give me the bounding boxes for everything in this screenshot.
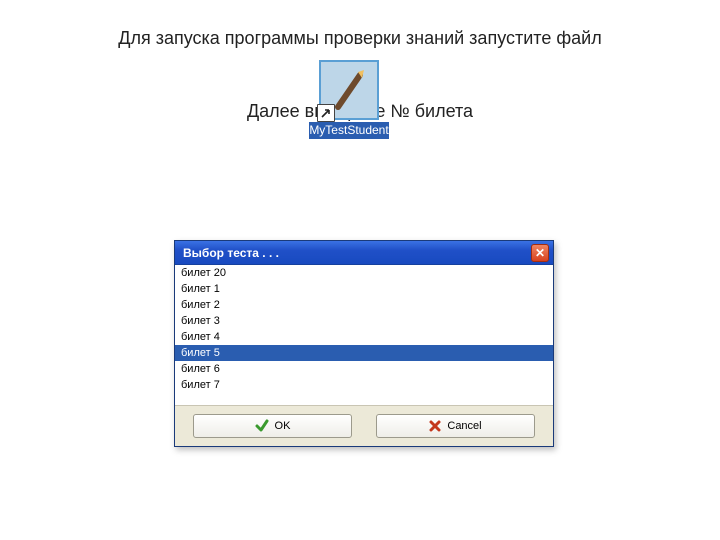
select-test-dialog: Выбор теста . . . ✕ билет 20билет 1билет…	[174, 240, 554, 447]
ok-button[interactable]: OK	[193, 414, 352, 438]
cancel-icon	[429, 420, 441, 432]
dialog-button-bar: OK Cancel	[175, 405, 553, 446]
list-item[interactable]: билет 20	[175, 265, 553, 281]
list-item[interactable]: билет 6	[175, 361, 553, 377]
ok-label: OK	[275, 420, 291, 432]
list-item[interactable]: билет 5	[175, 345, 553, 361]
list-item[interactable]: билет 1	[175, 281, 553, 297]
heading-launch: Для запуска программы проверки знаний за…	[0, 0, 720, 49]
dialog-titlebar: Выбор теста . . . ✕	[175, 241, 553, 265]
shortcut-arrow-icon	[317, 104, 335, 122]
list-item[interactable]: билет 3	[175, 313, 553, 329]
shortcut-label: MyTestStudent	[309, 122, 389, 139]
close-button[interactable]: ✕	[531, 244, 549, 262]
list-item[interactable]: билет 7	[175, 377, 553, 393]
pencil-icon	[334, 69, 366, 111]
check-icon	[255, 419, 269, 433]
dialog-title: Выбор теста . . .	[183, 246, 279, 260]
cancel-button[interactable]: Cancel	[376, 414, 535, 438]
test-listbox[interactable]: билет 20билет 1билет 2билет 3билет 4биле…	[175, 265, 553, 405]
shortcut-icon	[319, 60, 379, 120]
cancel-label: Cancel	[447, 420, 481, 432]
list-item[interactable]: билет 2	[175, 297, 553, 313]
desktop-shortcut[interactable]: MyTestStudent	[289, 60, 409, 139]
close-icon: ✕	[535, 247, 545, 259]
list-item[interactable]: билет 4	[175, 329, 553, 345]
